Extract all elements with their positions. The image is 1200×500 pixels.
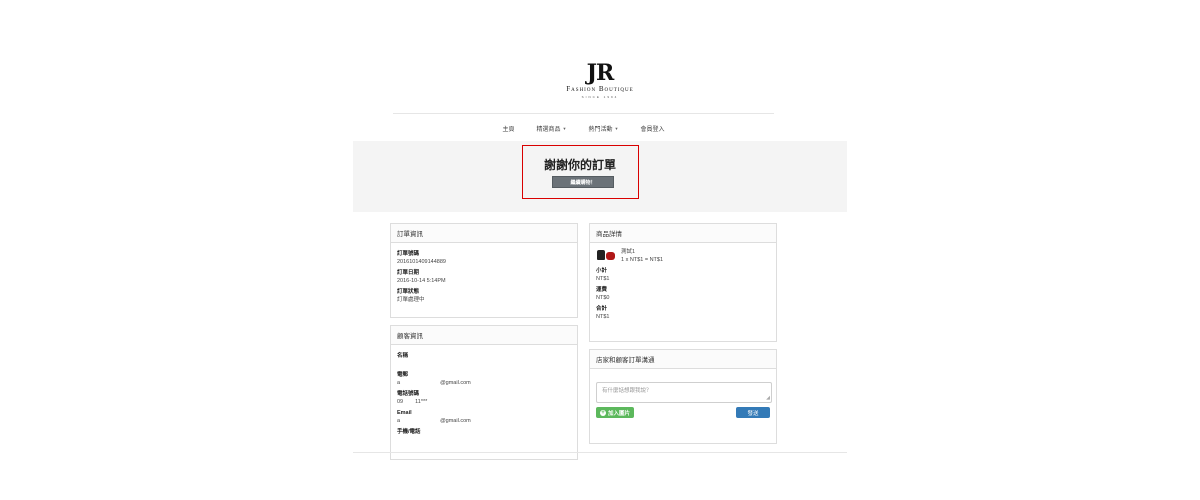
nav-item-events[interactable]: 熱門活動 ▼ <box>589 124 619 133</box>
panel-title: 商品詳情 <box>590 224 776 243</box>
thank-you-banner: 謝謝你的訂單 繼續購物！ <box>353 141 847 212</box>
buyer-email-value: a @gmail.com <box>397 379 571 387</box>
email-domain: @gmail.com <box>440 380 471 386</box>
message-input[interactable]: 有什麼話想跟我說？ ◢ <box>596 382 772 403</box>
store-logo[interactable]: JR Fashion Boutique SINCE 1994 <box>353 62 847 99</box>
nav-item-label: 熱門活動 <box>588 126 613 133</box>
total-value: NT$1 <box>596 314 610 320</box>
email2-domain: @gmail.com <box>440 418 471 424</box>
buyer-name-label: 名稱 <box>397 353 409 359</box>
order-info-panel: 訂單資訊 訂單號碼 20161014091448​89 訂單日期 2016-10… <box>390 223 578 318</box>
total-label: 合計 <box>596 306 608 312</box>
buyer-email2-value: a @gmail.com <box>397 417 571 425</box>
resize-handle-icon[interactable]: ◢ <box>766 396 770 401</box>
order-number-value: 20161014091448​89 <box>397 259 446 265</box>
buyer-email-label: 電郵 <box>397 372 409 378</box>
buyer-phone-value: 09 11*** <box>397 398 571 406</box>
buyer-name-value <box>397 360 571 368</box>
order-number-label: 訂單號碼 <box>397 251 420 257</box>
buyer-phone-label: 電話號碼 <box>397 391 420 397</box>
email-prefix: a <box>397 380 401 386</box>
order-status-label: 訂單狀態 <box>397 289 420 295</box>
logo-since: SINCE 1994 <box>581 95 619 99</box>
product-name[interactable]: 測試1 <box>621 248 663 256</box>
nav-item-products[interactable]: 精選商品 ▼ <box>537 124 567 133</box>
subtotal-label: 小計 <box>596 268 608 274</box>
logo-name: Fashion Boutique <box>566 85 634 93</box>
thank-you-title: 謝謝你的訂單 <box>543 158 616 172</box>
footer-divider <box>353 452 847 453</box>
add-image-button[interactable]: + 加入圖片 <box>596 407 635 418</box>
order-date-value: 2016-10-14 5:14PM <box>397 278 446 284</box>
buyer-email2-label: Email <box>397 410 412 416</box>
order-message-panel: 店家和顧客訂單溝通 有什麼話想跟我說？ ◢ + 加入圖片 發送 <box>589 349 777 444</box>
send-button[interactable]: 發送 <box>736 407 770 418</box>
product-price-line: 1 x NT$1 = NT$1 <box>621 257 664 263</box>
panel-title: 店家和顧客訂單溝通 <box>590 350 776 369</box>
main-nav: 主頁 精選商品 ▼ 熱門活動 ▼ 會員登入 <box>393 113 774 142</box>
phone-suffix: 11*** <box>415 399 428 405</box>
panel-title: 顧客資訊 <box>391 326 577 345</box>
continue-shopping-button[interactable]: 繼續購物！ <box>552 176 614 188</box>
add-image-label: 加入圖片 <box>608 410 631 417</box>
caret-down-icon: ▼ <box>614 125 619 131</box>
product-thumbnail[interactable] <box>596 248 617 262</box>
nav-item-label: 精選商品 <box>536 126 561 133</box>
nav-item-label: 主頁 <box>502 126 515 133</box>
buyer-mobile-label: 手機/電話 <box>397 429 421 435</box>
highlight-box: 謝謝你的訂單 繼續購物！ <box>522 145 639 199</box>
buyer-info-panel: 顧客資訊 名稱 電郵 a @gmail.com 電話號碼 09 11*** Emai… <box>390 325 578 460</box>
subtotal-value: NT$1 <box>596 276 610 282</box>
page: JR Fashion Boutique SINCE 1994 主頁 精選商品 ▼… <box>353 0 847 500</box>
order-status-value: 訂單處理中 <box>397 297 425 303</box>
product-line-item: 測試1 1 x NT$1 = NT$1 <box>596 248 770 264</box>
caret-down-icon: ▼ <box>562 125 567 131</box>
plus-circle-icon: + <box>600 409 606 416</box>
order-date-label: 訂單日期 <box>397 270 420 276</box>
logo-mark: JR <box>586 60 615 86</box>
nav-item-label: 會員登入 <box>640 126 665 133</box>
nav-item-login[interactable]: 會員登入 <box>640 124 664 133</box>
panel-title: 訂單資訊 <box>391 224 577 243</box>
product-details-panel: 商品詳情 測試1 1 x NT$1 = NT$1 小計 NT$1 運費 NT$0… <box>589 223 777 342</box>
email2-prefix: a <box>397 418 401 424</box>
message-placeholder: 有什麼話想跟我說？ <box>602 388 652 394</box>
nav-item-home[interactable]: 主頁 <box>503 124 515 133</box>
shipping-label: 運費 <box>596 287 608 293</box>
shipping-value: NT$0 <box>596 295 610 301</box>
phone-prefix: 09 <box>397 399 404 405</box>
